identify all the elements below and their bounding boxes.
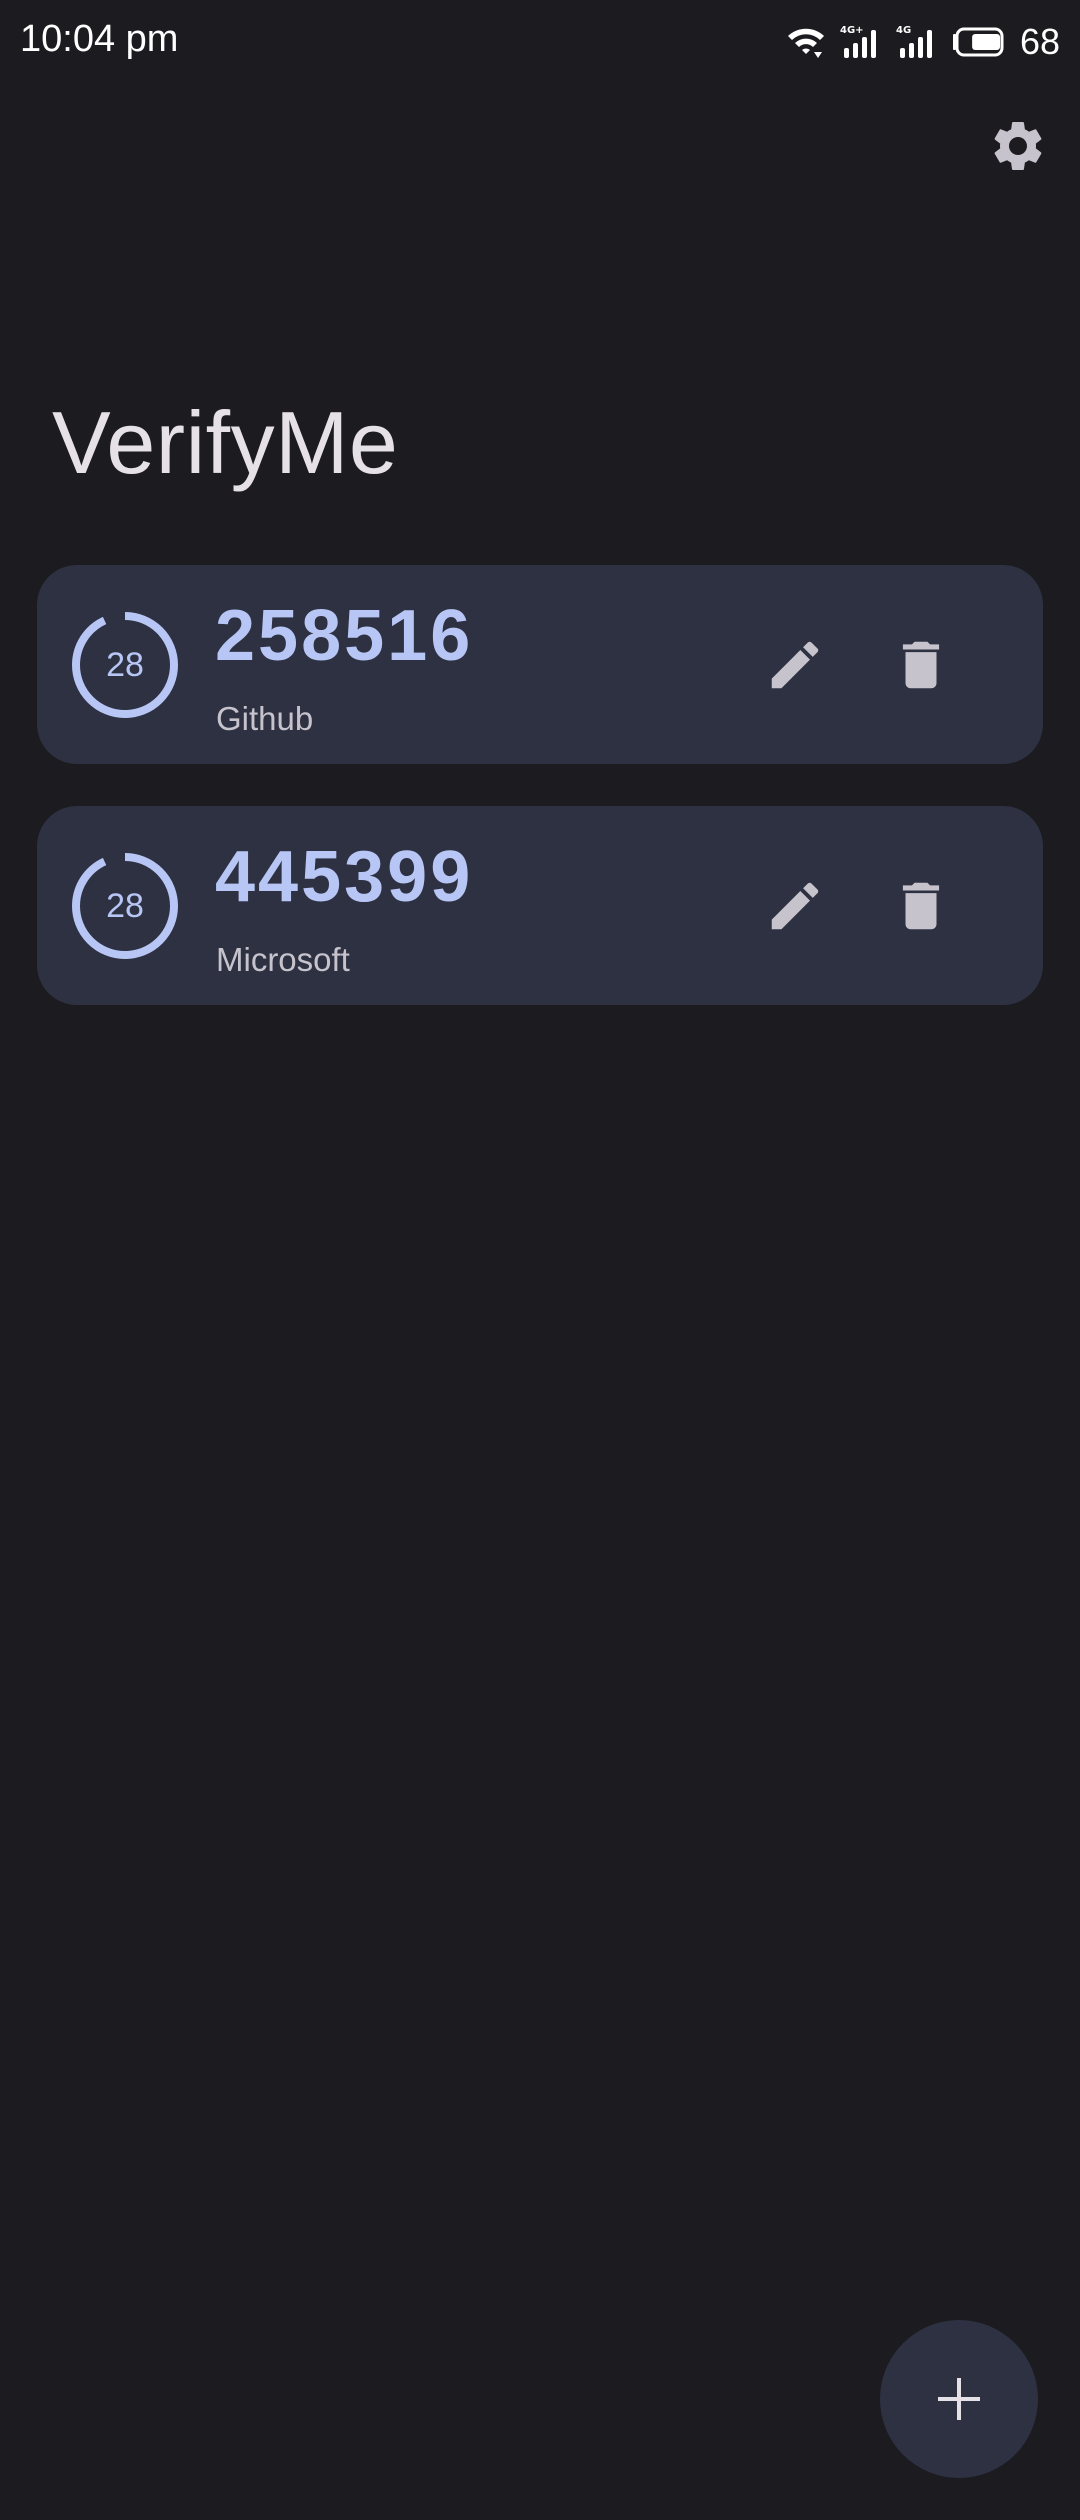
countdown-timer: 28 — [71, 611, 179, 719]
status-icons: 4G+ 4G 68 — [786, 20, 1060, 64]
countdown-seconds: 28 — [106, 887, 144, 925]
signal-4g-icon: 4G+ — [840, 25, 876, 58]
add-token-button[interactable] — [880, 2320, 1038, 2478]
svg-text:4G+: 4G+ — [840, 25, 864, 36]
token-card[interactable]: 28 258516 Github — [37, 565, 1043, 764]
otp-code[interactable]: 445399 — [215, 836, 473, 918]
delete-button[interactable] — [877, 862, 965, 950]
pencil-icon — [771, 882, 819, 930]
svg-text:4G: 4G — [896, 25, 911, 36]
account-name: Microsoft — [216, 941, 350, 978]
plus-icon — [938, 2378, 980, 2420]
page-title: VerifyMe — [52, 393, 399, 492]
wifi-icon — [787, 28, 824, 58]
battery-icon — [952, 27, 1004, 57]
token-card[interactable]: 28 445399 Microsoft — [37, 806, 1043, 1005]
status-bar: 10:04 pm 4G+ 4G 68 — [0, 0, 1080, 84]
status-time: 10:04 pm — [20, 18, 179, 60]
settings-button[interactable] — [978, 106, 1058, 186]
edit-button[interactable] — [751, 621, 839, 709]
edit-button[interactable] — [751, 862, 839, 950]
delete-button[interactable] — [877, 621, 965, 709]
trash-icon — [902, 882, 940, 930]
otp-code[interactable]: 258516 — [215, 595, 473, 677]
battery-percentage: 68 — [1019, 21, 1060, 62]
pencil-icon — [771, 641, 819, 689]
token-list: 28 258516 Github 28 445399 Microsoft — [37, 565, 1043, 1047]
account-name: Github — [216, 700, 314, 737]
gear-icon — [994, 121, 1042, 170]
signal-4g-icon: 4G — [896, 25, 932, 58]
countdown-seconds: 28 — [106, 646, 144, 684]
countdown-timer: 28 — [71, 852, 179, 960]
trash-icon — [902, 641, 940, 689]
